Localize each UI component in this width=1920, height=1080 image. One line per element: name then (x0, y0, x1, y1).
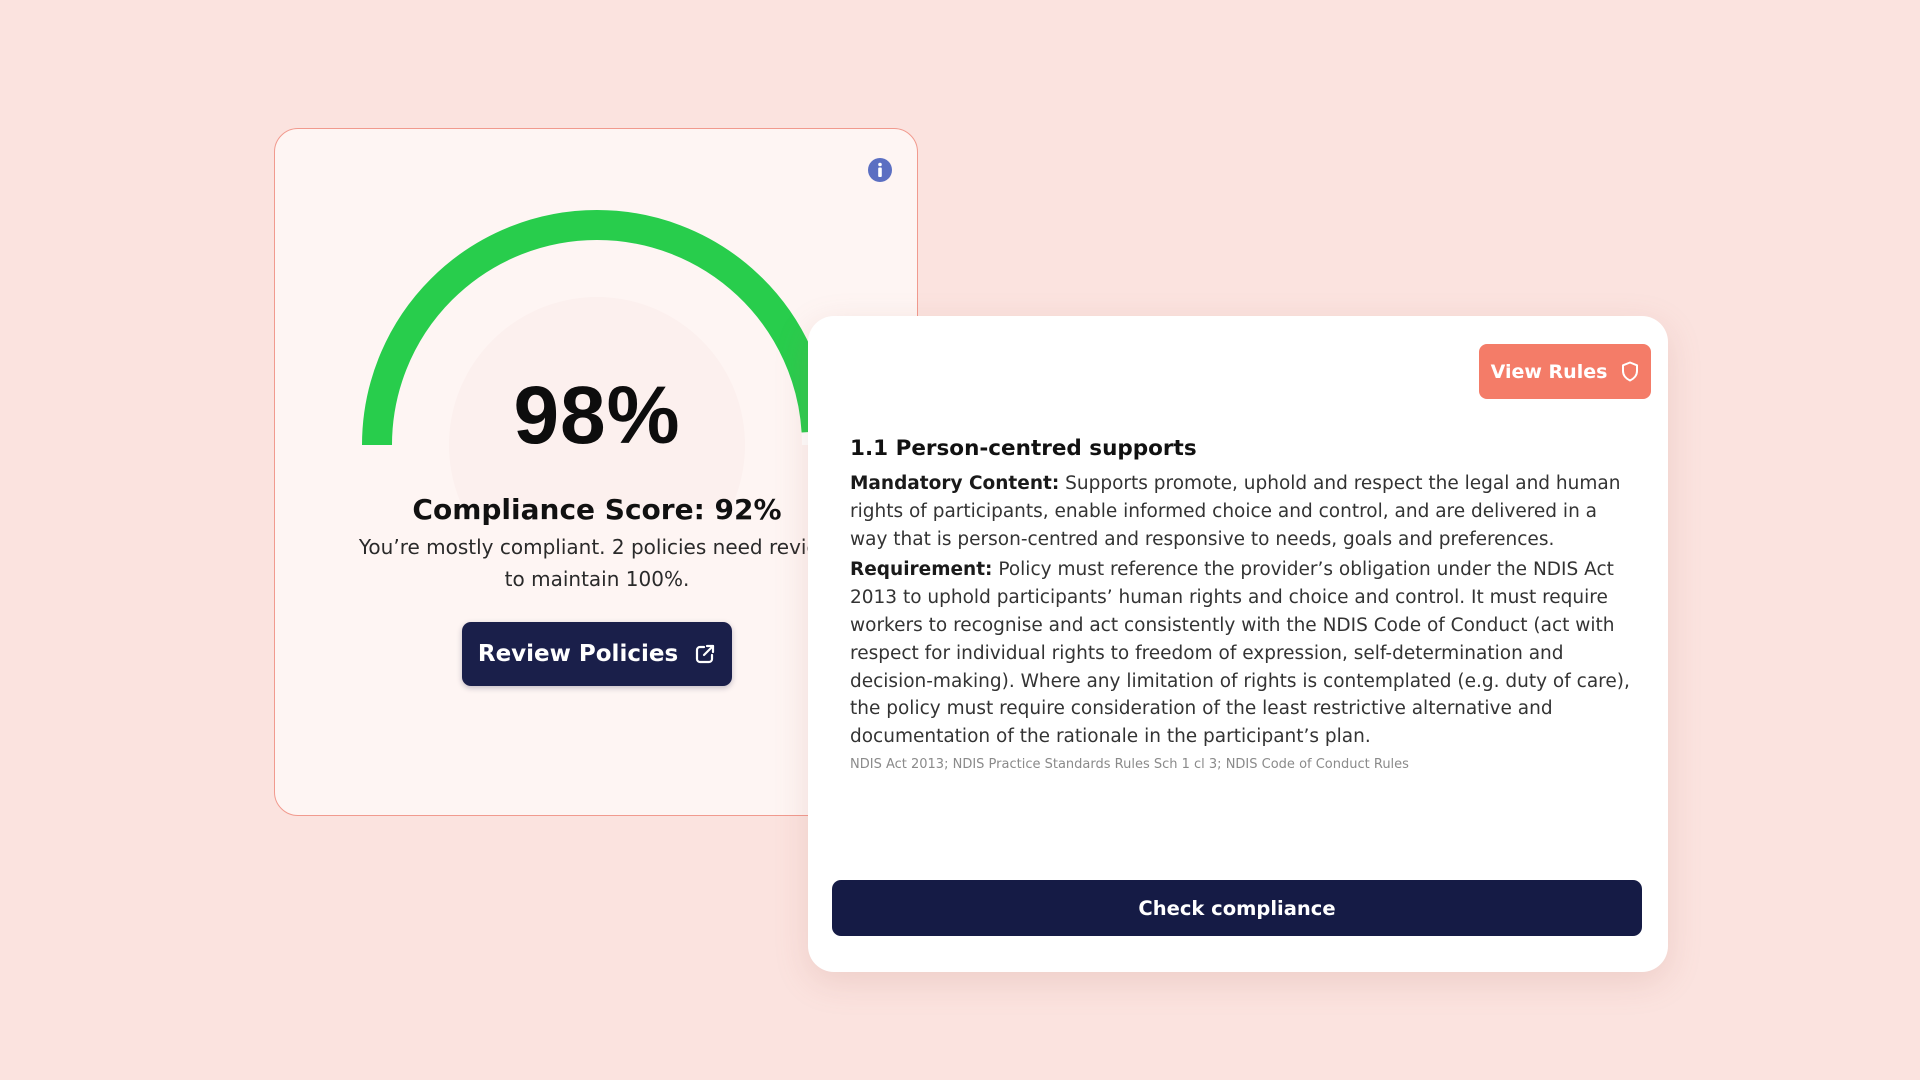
policy-rule-card: View Rules 1.1 Person-centred supports M… (808, 316, 1668, 972)
rule-sources: NDIS Act 2013; NDIS Practice Standards R… (850, 756, 1409, 772)
rule-heading: 1.1 Person-centred supports (850, 436, 1197, 461)
shield-icon (1622, 361, 1639, 382)
requirement-paragraph: Requirement: Policy must reference the p… (850, 556, 1630, 751)
mandatory-content-label: Mandatory Content: (850, 473, 1060, 494)
check-compliance-label: Check compliance (1138, 896, 1336, 920)
compliance-score-description: You’re mostly compliant. 2 policies need… (358, 535, 836, 591)
requirement-label: Requirement: (850, 559, 993, 581)
mandatory-content-paragraph: Mandatory Content: Supports promote, uph… (850, 470, 1630, 553)
check-compliance-button[interactable]: Check compliance (832, 880, 1642, 936)
view-rules-button[interactable]: View Rules (1479, 344, 1651, 399)
external-link-icon (696, 644, 715, 664)
info-icon[interactable] (867, 157, 893, 183)
review-policies-button[interactable]: Review Policies (462, 622, 732, 686)
rule-content: 1.1 Person-centred supports Mandatory Co… (850, 434, 1630, 772)
view-rules-label: View Rules (1490, 360, 1608, 383)
requirement-text: Policy must reference the provider’s obl… (850, 559, 1630, 748)
review-policies-label: Review Policies (477, 641, 679, 667)
